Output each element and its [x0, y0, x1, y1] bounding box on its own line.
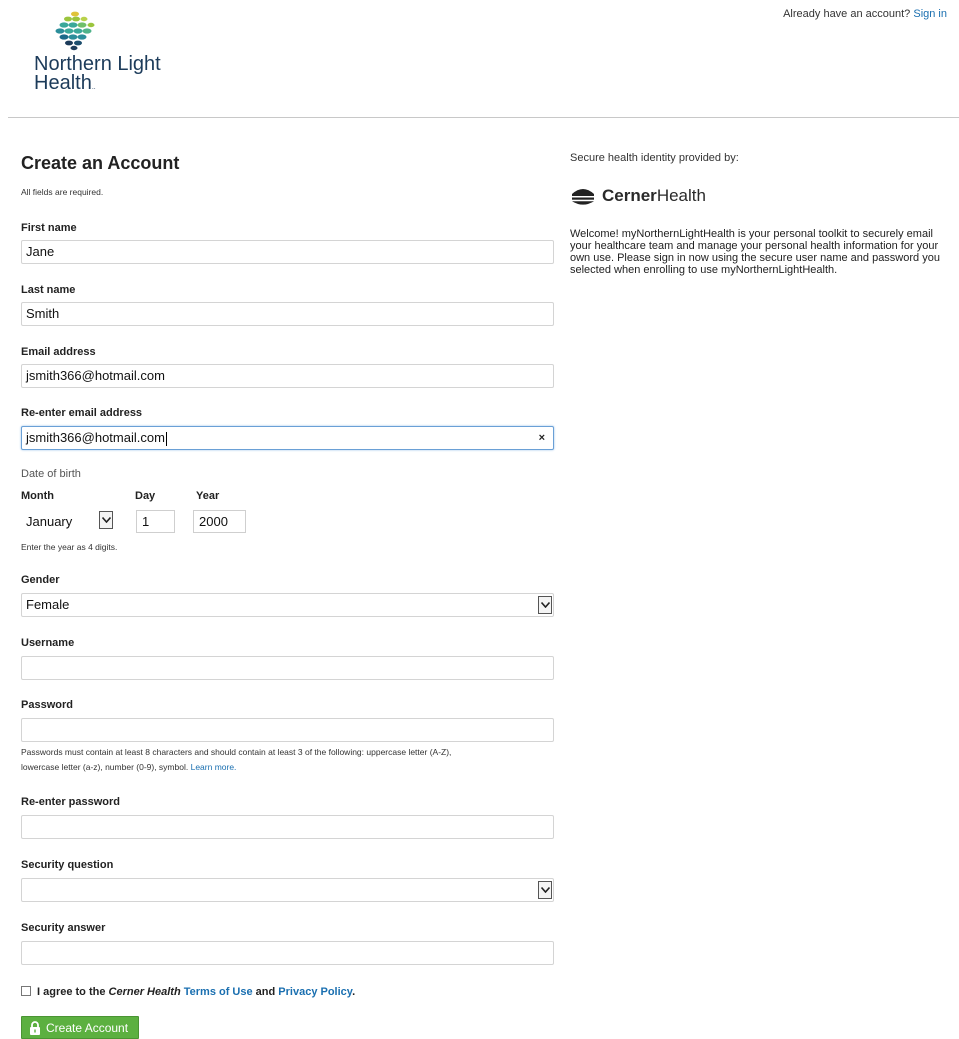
brand-tm: ..: [91, 84, 96, 91]
chevron-down-icon: [538, 596, 552, 614]
side-panel: Secure health identity provided by: Cern…: [570, 152, 950, 276]
password-label: Password: [21, 699, 73, 711]
last-name-label: Last name: [21, 284, 76, 296]
first-name-label: First name: [21, 222, 77, 234]
password-confirm-label: Re-enter password: [21, 796, 121, 808]
create-account-label: Create Account: [46, 1020, 129, 1035]
brand-name: Northern Light Health..: [34, 54, 161, 97]
email-input[interactable]: jsmith366@hotmail.com: [21, 364, 554, 388]
chevron-down-icon: [99, 511, 113, 529]
cerner-health-logo: CernerHealth: [570, 186, 706, 206]
password-hint: Passwords must contain at least 8 charac…: [21, 745, 451, 775]
month-value: January: [26, 514, 73, 529]
agree-and: and: [255, 986, 276, 998]
security-answer-input[interactable]: [21, 941, 554, 965]
email-label: Email address: [21, 346, 96, 358]
year-input[interactable]: 2000: [193, 510, 246, 533]
password-hint-line1: Passwords must contain at least 8 charac…: [21, 747, 452, 757]
email-confirm-label: Re-enter email address: [21, 407, 143, 419]
chevron-down-icon: [538, 881, 552, 899]
day-label: Day: [135, 490, 156, 502]
northern-light-logo: Northern Light Health..: [30, 10, 200, 102]
email-confirm-value: jsmith366@hotmail.com: [26, 430, 165, 445]
first-name-input[interactable]: Jane: [21, 240, 554, 264]
email-confirm-input[interactable]: jsmith366@hotmail.com ×: [21, 426, 554, 450]
gender-value: Female: [26, 597, 70, 612]
brand-line2: Health: [34, 72, 92, 94]
signin-prompt: Already have an account?: [783, 8, 911, 20]
gender-label: Gender: [21, 574, 60, 586]
privacy-link[interactable]: Privacy Policy: [278, 986, 352, 998]
required-note: All fields are required.: [21, 187, 104, 197]
page-title: Create an Account: [21, 153, 180, 173]
year-hint: Enter the year as 4 digits.: [21, 542, 118, 552]
agree-company: Cerner Health: [108, 986, 181, 998]
month-select[interactable]: January: [21, 510, 115, 533]
lock-icon: [29, 1020, 41, 1035]
create-account-button[interactable]: Create Account: [21, 1016, 139, 1039]
terms-agreement: I agree to the Cerner Health Terms of Us…: [21, 986, 355, 998]
security-question-label: Security question: [21, 859, 114, 871]
day-input[interactable]: 1: [136, 510, 175, 533]
last-name-input[interactable]: Smith: [21, 302, 554, 326]
header-divider: [8, 117, 959, 118]
cerner-light: Health: [656, 186, 706, 205]
password-input[interactable]: [21, 718, 554, 742]
signin-link[interactable]: Sign in: [913, 8, 947, 20]
text-cursor: [165, 431, 167, 446]
password-hint-line2: lowercase letter (a-z), number (0-9), sy…: [21, 762, 189, 772]
agree-prefix: I agree to the: [37, 986, 106, 998]
provided-by: Secure health identity provided by:: [570, 152, 739, 164]
pinecone-icon: [55, 11, 95, 51]
username-input[interactable]: [21, 656, 554, 680]
password-confirm-input[interactable]: [21, 815, 554, 839]
username-label: Username: [21, 637, 75, 649]
terms-link[interactable]: Terms of Use: [184, 986, 253, 998]
welcome-text: Welcome! myNorthernLightHealth is your p…: [570, 228, 940, 276]
learn-more-link[interactable]: Learn more.: [191, 762, 237, 772]
agree-suffix: .: [352, 986, 356, 998]
month-label: Month: [21, 490, 54, 502]
clear-icon[interactable]: ×: [539, 427, 545, 449]
gender-select[interactable]: Female: [21, 593, 554, 617]
dob-title: Date of birth: [21, 468, 81, 480]
cerner-bold: Cerner: [602, 186, 657, 205]
year-label: Year: [196, 490, 220, 502]
signin-row: Already have an account? Sign in: [783, 8, 947, 20]
security-answer-label: Security answer: [21, 922, 106, 934]
agree-checkbox[interactable]: [21, 986, 31, 996]
security-question-select[interactable]: [21, 878, 554, 902]
cerner-icon: [572, 189, 594, 205]
